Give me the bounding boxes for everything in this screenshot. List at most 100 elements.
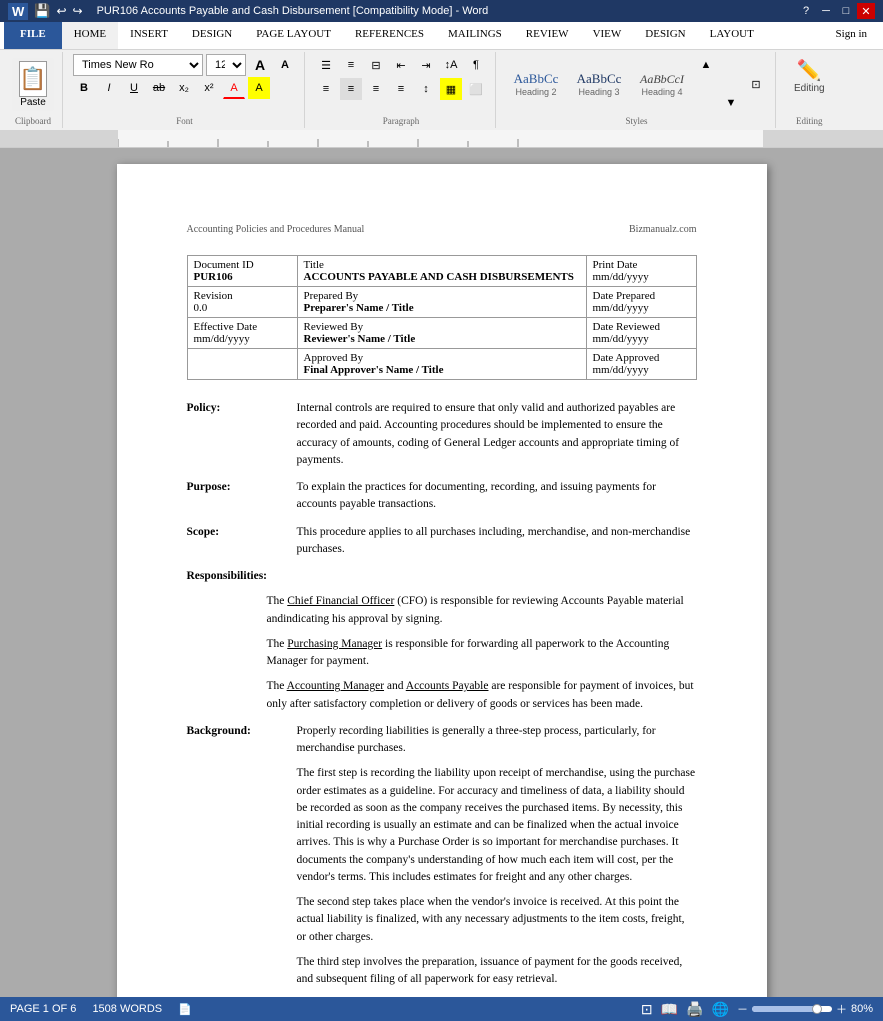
font-size-select[interactable]: 12 [206,54,246,76]
strikethrough-button[interactable]: ab [148,77,170,99]
tab-review[interactable]: REVIEW [514,22,581,49]
italic-button[interactable]: I [98,77,120,99]
align-right-button[interactable]: ≡ [365,78,387,100]
quick-access-undo[interactable]: ↩ [56,4,66,18]
bold-button[interactable]: B [73,77,95,99]
tab-page-layout[interactable]: PAGE LAYOUT [244,22,343,49]
read-mode-icon[interactable]: 📖 [661,1001,678,1018]
style-preview-heading2: AaBbCc [514,71,559,87]
tab-view[interactable]: VIEW [581,22,634,49]
zoom-bar: － ＋ 80% [737,1001,873,1017]
multilevel-button[interactable]: ⊟ [365,54,387,76]
paste-label: Paste [20,97,46,108]
line-spacing-button[interactable]: ↕ [415,78,437,100]
effective-date-label: Effective Date [194,321,291,333]
tab-design2[interactable]: DESIGN [633,22,697,49]
purchasing-manager-link[interactable]: Purchasing Manager [287,638,382,650]
quick-access-redo[interactable]: ↪ [73,4,83,18]
font-grow-button[interactable]: A [249,54,271,76]
minimize-button[interactable]: ─ [817,3,835,19]
subscript-button[interactable]: x₂ [173,77,195,99]
prepared-by-value: Preparer's Name / Title [304,302,580,314]
date-reviewed-label: Date Reviewed [593,321,690,333]
shading-button[interactable]: ▦ [440,78,462,100]
zoom-in-button[interactable]: ＋ [836,1001,847,1017]
underline-button[interactable]: U [123,77,145,99]
tab-home[interactable]: HOME [62,22,118,49]
font-shrink-button[interactable]: A [274,54,296,76]
document-page: Accounting Policies and Procedures Manua… [117,164,767,1004]
tab-design[interactable]: DESIGN [180,22,244,49]
resp-paragraph-1: The Chief Financial Officer (CFO) is res… [267,593,697,628]
title-bar: W 💾 ↩ ↪ PUR106 Accounts Payable and Cash… [0,0,883,22]
decrease-indent-button[interactable]: ⇤ [390,54,412,76]
cfo-link[interactable]: Chief Financial Officer [287,595,394,607]
editing-text: Editing [794,83,825,94]
increase-indent-button[interactable]: ⇥ [415,54,437,76]
align-left-button[interactable]: ≡ [315,78,337,100]
tab-insert[interactable]: INSERT [118,22,180,49]
sort-button[interactable]: ↕A [440,54,462,76]
date-prepared-cell: Date Prepared mm/dd/yyyy [586,287,696,318]
tab-mailings[interactable]: MAILINGS [436,22,514,49]
bullets-button[interactable]: ☰ [315,54,337,76]
web-layout-icon[interactable]: 🌐 [712,1001,729,1018]
accounts-payable-link[interactable]: Accounts Payable [406,680,489,692]
close-button[interactable]: ✕ [857,3,875,19]
policy-section: Policy: Internal controls are required t… [187,400,697,469]
font-name-select[interactable]: Times New Ro [73,54,203,76]
paragraph-group-content: ☰ ≡ ⊟ ⇤ ⇥ ↕A ¶ ≡ ≡ ≡ ≡ ↕ ▦ ⬜ [315,54,487,114]
paste-icon: 📋 [19,61,47,97]
styles-scroll-down[interactable]: ▼ [720,92,742,114]
reviewed-by-value: Reviewer's Name / Title [304,333,580,345]
revision-cell: Revision 0.0 [187,287,297,318]
styles-gallery: AaBbCc Heading 2 AaBbCc Heading 3 AaBbCc… [506,54,767,114]
text-color-button[interactable]: A [223,77,245,99]
background-section: Background: Properly recording liabiliti… [187,723,697,989]
doc-title-cell: Title ACCOUNTS PAYABLE AND CASH DISBURSE… [297,256,586,287]
highlight-button[interactable]: A [248,77,270,99]
superscript-button[interactable]: x² [198,77,220,99]
doc-print-cell: Print Date mm/dd/yyyy [586,256,696,287]
paste-button[interactable]: 📋 Paste [12,58,54,111]
clipboard-label: Clipboard [15,114,51,126]
styles-label: Styles [625,114,647,126]
styles-expand[interactable]: ⊡ [745,73,767,95]
tab-sign-in[interactable]: Sign in [824,22,879,49]
borders-button[interactable]: ⬜ [465,78,487,100]
accounting-manager-link[interactable]: Accounting Manager [287,680,384,692]
styles-scroll-up[interactable]: ▲ [695,54,717,76]
print-layout-icon[interactable]: 🖨️ [686,1001,703,1018]
show-hide-button[interactable]: ¶ [465,54,487,76]
style-item-heading4[interactable]: AaBbCcI Heading 4 [632,58,692,110]
help-icon[interactable]: ? [797,3,815,19]
prepared-by-label: Prepared By [304,290,580,302]
purpose-section: Purpose: To explain the practices for do… [187,479,697,514]
align-center-button[interactable]: ≡ [340,78,362,100]
maximize-button[interactable]: □ [837,3,855,19]
quick-access-save[interactable]: 💾 [34,3,50,19]
style-item-heading3[interactable]: AaBbCc Heading 3 [569,58,629,110]
tab-references[interactable]: REFERENCES [343,22,436,49]
layout-icon[interactable]: ⊡ [641,1001,653,1018]
zoom-out-button[interactable]: － [737,1001,748,1017]
word-icon: W [8,3,28,20]
ribbon-content: 📋 Paste Clipboard Times New Ro 12 A A B … [0,50,883,130]
tab-layout[interactable]: LAYOUT [698,22,766,49]
style-label-heading2: Heading 2 [515,87,556,97]
date-reviewed-cell: Date Reviewed mm/dd/yyyy [586,318,696,349]
background-para-1: Properly recording liabilities is genera… [297,723,697,758]
doc-title-value: ACCOUNTS PAYABLE AND CASH DISBURSEMENTS [304,271,580,283]
background-para-4: The third step involves the preparation,… [297,954,697,989]
page-header: Accounting Policies and Procedures Manua… [187,224,697,235]
background-label: Background: [187,723,287,740]
numbering-button[interactable]: ≡ [340,54,362,76]
zoom-slider[interactable] [752,1006,832,1012]
background-para-3: The second step takes place when the ven… [297,894,697,946]
justify-button[interactable]: ≡ [390,78,412,100]
tab-file[interactable]: FILE [4,22,62,49]
reviewed-by-cell: Reviewed By Reviewer's Name / Title [297,318,586,349]
resp-paragraph-3: The Accounting Manager and Accounts Paya… [267,678,697,713]
style-item-heading2[interactable]: AaBbCc Heading 2 [506,58,566,110]
header-left: Accounting Policies and Procedures Manua… [187,224,365,235]
